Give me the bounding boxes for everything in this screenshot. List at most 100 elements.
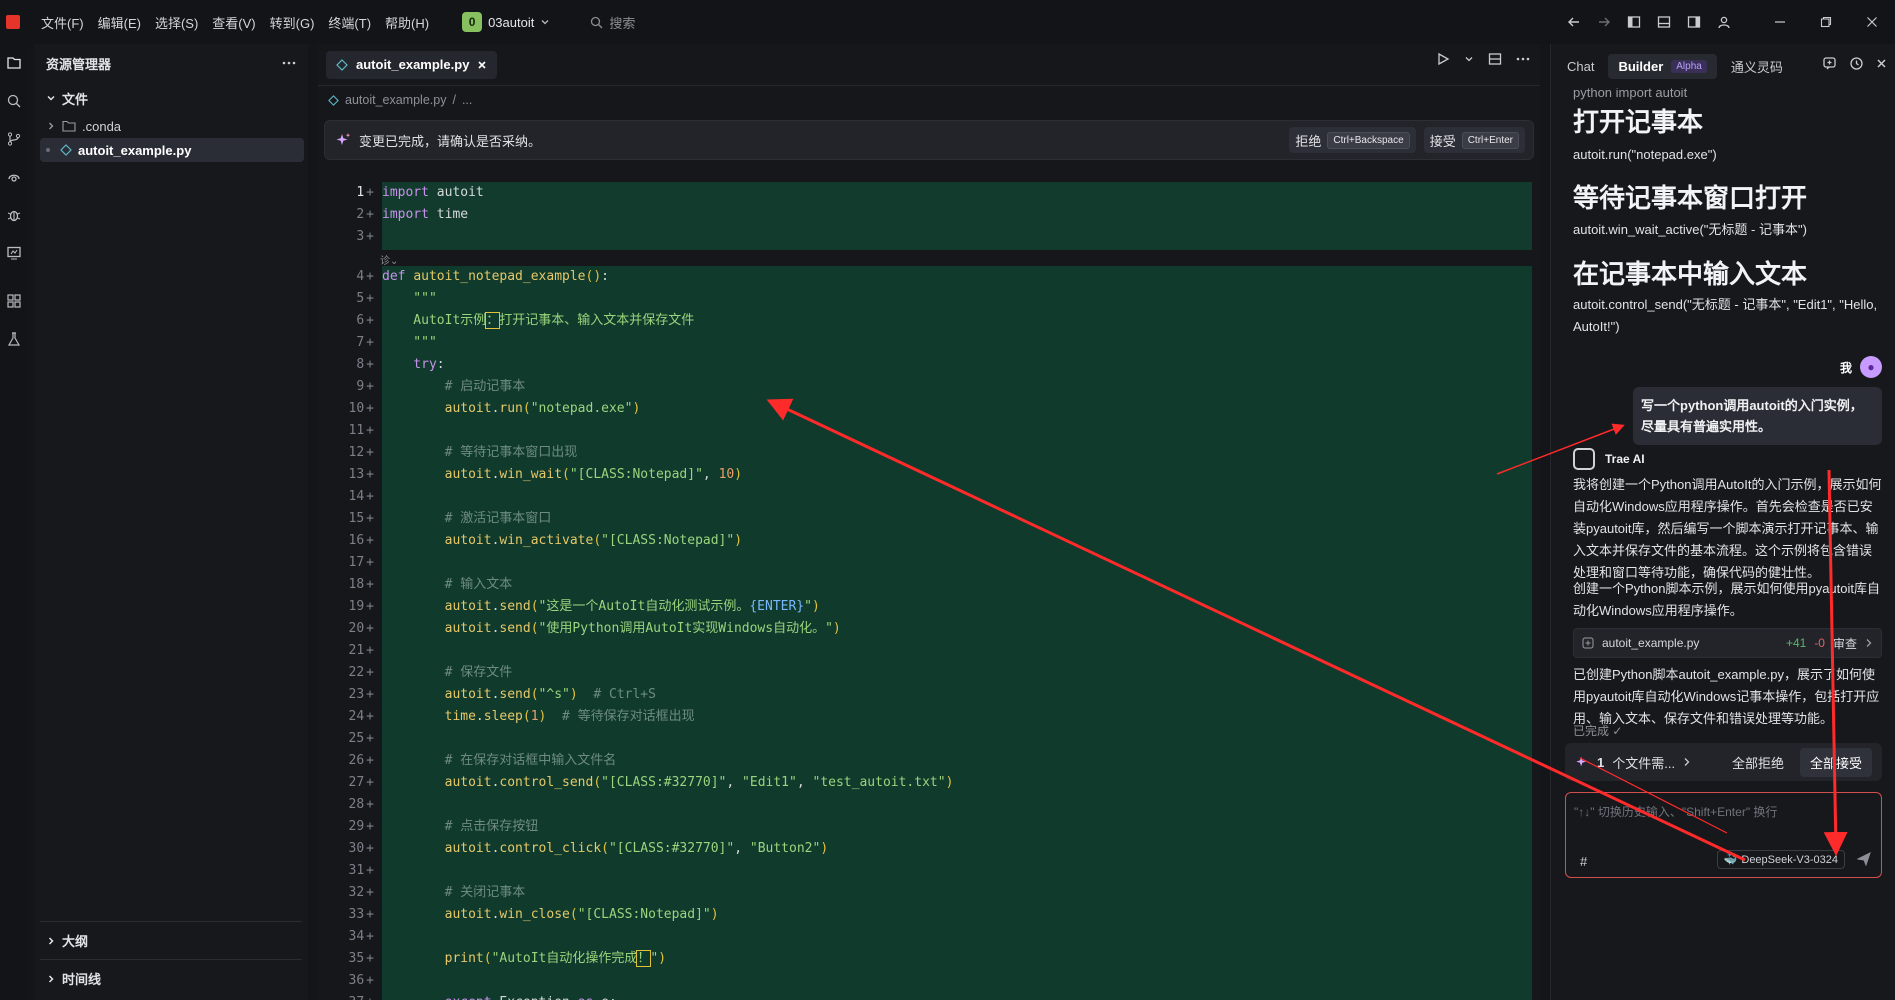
banner-actions: 拒绝 Ctrl+Backspace 接受 Ctrl+Enter bbox=[1289, 127, 1525, 153]
reject-all-button[interactable]: 全部拒绝 bbox=[1724, 748, 1792, 777]
line-number-value: 23 bbox=[348, 687, 365, 702]
tab-autoit-example[interactable]: autoit_example.py bbox=[326, 50, 498, 79]
tab-chat[interactable]: Chat bbox=[1567, 59, 1594, 74]
more-actions-icon[interactable] bbox=[1516, 52, 1530, 66]
forward-arrow-icon[interactable] bbox=[1589, 15, 1619, 29]
explorer-icon[interactable] bbox=[0, 44, 28, 82]
close-icon[interactable] bbox=[1876, 56, 1887, 71]
menu-view[interactable]: 查看(V) bbox=[205, 13, 262, 32]
changed-file-card[interactable]: autoit_example.py +41 -0 审查 bbox=[1573, 628, 1882, 658]
account-icon[interactable] bbox=[1709, 15, 1739, 29]
context-hash-button[interactable]: # bbox=[1580, 854, 1587, 869]
code-line: # 点击保存按钮 bbox=[382, 819, 539, 834]
code-editor[interactable]: 诊⌄ 1 + 2 + 3 + 4 + 5 + 6 + 7 + 8 + 9 + 10 + 11 + 12… bbox=[318, 182, 1540, 1000]
search-box[interactable]: 搜索 bbox=[590, 13, 635, 32]
app-logo bbox=[6, 15, 20, 29]
toggle-bottom-panel-icon[interactable] bbox=[1649, 15, 1679, 29]
line-number: 6 + bbox=[356, 313, 374, 328]
files-section-header[interactable]: 文件 bbox=[34, 86, 308, 110]
review-link[interactable]: 审查 bbox=[1833, 635, 1857, 652]
close-tab-icon[interactable] bbox=[477, 60, 487, 70]
breadcrumb-more[interactable]: ... bbox=[462, 93, 472, 107]
model-selector[interactable]: 🐳 DeepSeek-V3-0324 bbox=[1716, 850, 1845, 869]
heading-open-notepad: 打开记事本 bbox=[1573, 107, 1704, 137]
run-icon[interactable] bbox=[1436, 52, 1450, 66]
line-number: 25 + bbox=[348, 731, 374, 746]
split-editor-icon[interactable] bbox=[1488, 52, 1502, 66]
code-line: # 关闭记事本 bbox=[382, 885, 526, 900]
accept-all-button[interactable]: 全部接受 bbox=[1799, 747, 1872, 777]
menu-terminal[interactable]: 终端(T) bbox=[321, 13, 378, 32]
code-line: # 启动记事本 bbox=[382, 379, 526, 394]
code-line: """ bbox=[382, 291, 437, 306]
ai-panel-tabs: Chat Builder Alpha 通义灵码 bbox=[1551, 44, 1895, 88]
changed-file-name: autoit_example.py bbox=[1602, 636, 1700, 650]
tab-builder[interactable]: Builder Alpha bbox=[1608, 53, 1717, 79]
timeline-label: 时间线 bbox=[62, 972, 102, 987]
chevron-right-icon[interactable] bbox=[1683, 757, 1691, 767]
send-icon[interactable] bbox=[1856, 852, 1871, 869]
tree-item-label: .conda bbox=[82, 118, 122, 134]
accept-shortcut: Ctrl+Enter bbox=[1461, 131, 1519, 149]
line-number-value: 37 bbox=[349, 995, 365, 1000]
line-number-value: 6 bbox=[356, 313, 365, 328]
code-line: AutoIt示例：打开记事本、输入文本并保存文件 bbox=[382, 312, 695, 329]
line-number: 20 + bbox=[348, 621, 374, 636]
toggle-right-panel-icon[interactable] bbox=[1679, 15, 1709, 29]
line-number: 16 + bbox=[348, 533, 374, 548]
line-number-value: 4 bbox=[356, 269, 365, 284]
new-chat-icon[interactable] bbox=[1822, 56, 1837, 71]
minimize-icon[interactable] bbox=[1757, 16, 1803, 28]
editor-actions bbox=[1436, 52, 1530, 66]
line-number-value: 3 bbox=[356, 229, 365, 244]
testing-flask-icon[interactable] bbox=[0, 320, 28, 358]
menu-select[interactable]: 选择(S) bbox=[148, 13, 205, 32]
breadcrumb-file[interactable]: autoit_example.py bbox=[345, 93, 446, 107]
menu-file[interactable]: 文件(F) bbox=[34, 13, 91, 32]
tab-label: autoit_example.py bbox=[356, 57, 470, 72]
tree-item-autoit-example[interactable]: autoit_example.py bbox=[40, 138, 304, 162]
source-control-icon[interactable] bbox=[0, 120, 28, 158]
chat-scroll[interactable]: python import autoit 打开记事本 autoit.run("n… bbox=[1551, 88, 1895, 1000]
toggle-left-panel-icon[interactable] bbox=[1619, 15, 1649, 29]
back-arrow-icon[interactable] bbox=[1559, 15, 1589, 29]
project-switcher[interactable]: 0 03autoit bbox=[462, 12, 550, 32]
history-icon[interactable] bbox=[1849, 56, 1864, 71]
line-number: 23 + bbox=[348, 687, 374, 702]
accept-button[interactable]: 接受 Ctrl+Enter bbox=[1423, 127, 1525, 153]
outline-section[interactable]: 大纲 bbox=[40, 921, 302, 959]
line-number: 3 + bbox=[356, 229, 374, 244]
extensions-icon[interactable] bbox=[0, 282, 28, 320]
tree-item-conda[interactable]: .conda bbox=[34, 114, 308, 138]
close-window-icon[interactable] bbox=[1849, 16, 1895, 28]
remote-icon[interactable] bbox=[0, 158, 28, 196]
fold-marker[interactable]: 诊⌄ bbox=[380, 252, 398, 267]
sparkle-icon bbox=[335, 132, 351, 148]
chevron-down-icon[interactable] bbox=[1464, 52, 1474, 66]
reject-button[interactable]: 拒绝 Ctrl+Backspace bbox=[1289, 127, 1416, 153]
code-line: autoit.win_activate("[CLASS:Notepad]") bbox=[382, 533, 743, 548]
line-number-value: 36 bbox=[348, 973, 365, 988]
code-line: # 在保存对话框中输入文件名 bbox=[382, 753, 617, 768]
accept-label: 接受 bbox=[1429, 133, 1456, 149]
pending-count: 1 bbox=[1597, 754, 1605, 770]
search-icon[interactable] bbox=[0, 82, 28, 120]
chat-input[interactable]: "↑↓" 切换历史输入、"Shift+Enter" 换行 # 🐳 DeepSee… bbox=[1565, 792, 1882, 878]
tab-lingma[interactable]: 通义灵码 bbox=[1731, 57, 1783, 76]
menu-goto[interactable]: 转到(G) bbox=[263, 13, 322, 32]
tree-item-label: autoit_example.py bbox=[78, 142, 192, 158]
preview-icon[interactable] bbox=[0, 234, 28, 272]
more-actions-icon[interactable] bbox=[282, 61, 296, 65]
restore-icon[interactable] bbox=[1803, 16, 1849, 28]
line-number-value: 11 bbox=[348, 423, 365, 438]
banner-message: 变更已完成，请确认是否采纳。 bbox=[359, 133, 542, 149]
debug-icon[interactable] bbox=[0, 196, 28, 234]
code-line: # 等待记事本窗口出现 bbox=[382, 445, 578, 460]
line-number-value: 31 bbox=[348, 863, 365, 878]
line-number: 30 + bbox=[348, 841, 374, 856]
menu-edit[interactable]: 编辑(E) bbox=[91, 13, 148, 32]
explorer-title: 资源管理器 bbox=[46, 56, 112, 72]
menu-help[interactable]: 帮助(H) bbox=[378, 13, 436, 32]
timeline-section[interactable]: 时间线 bbox=[40, 959, 302, 997]
line-number-value: 12 bbox=[348, 445, 365, 460]
